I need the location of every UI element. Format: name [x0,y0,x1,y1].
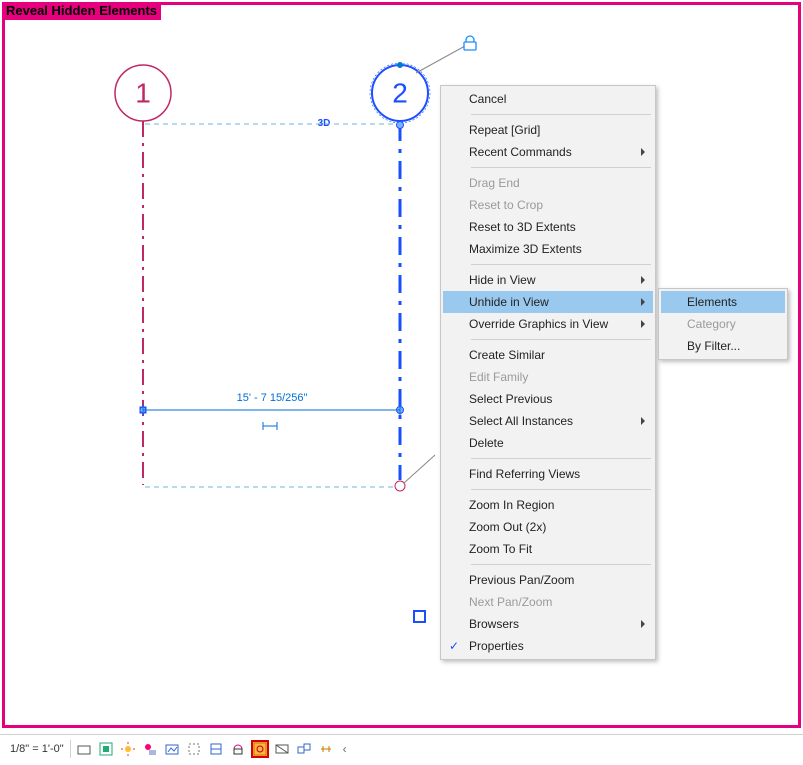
ctx-max-3d-label: Maximize 3D Extents [469,242,582,256]
ctx-max-3d[interactable]: Maximize 3D Extents [443,238,653,260]
view-control-bar: 1/8" = 1'-0" ‹ [0,734,803,762]
crop-view-icon[interactable] [185,740,203,758]
ctx-browsers[interactable]: Browsers [443,613,653,635]
ctx-unhide-in-view[interactable]: Unhide in View [443,291,653,313]
detail-level-icon[interactable] [75,740,93,758]
ctx-delete[interactable]: Delete [443,432,653,454]
ctx-properties-label: Properties [469,639,524,653]
reveal-constraints-icon[interactable] [317,740,335,758]
chevron-right-icon [641,620,645,628]
ctx-edit-family-label: Edit Family [469,370,528,384]
ctx-hide-label: Hide in View [469,273,535,287]
ctx-browsers-label: Browsers [469,617,519,631]
ctx-sep [471,458,651,459]
ctx-zoom-out[interactable]: Zoom Out (2x) [443,516,653,538]
ctx-hide-in-view[interactable]: Hide in View [443,269,653,291]
dimension[interactable]: 15' - 7 15/256" [143,390,400,430]
chevron-right-icon [641,417,645,425]
grid-end-handle[interactable] [395,481,405,491]
ctx-find-referring-label: Find Referring Views [469,467,580,481]
ctx-sep [471,167,651,168]
ctx-sub-category: Category [661,313,785,335]
ctx-reset-3d-label: Reset to 3D Extents [469,220,576,234]
checkbox-toggle[interactable] [413,610,426,623]
ctx-unhide-label: Unhide in View [469,295,549,309]
visual-style-icon[interactable] [97,740,115,758]
ctx-override-graphics[interactable]: Override Graphics in View [443,313,653,335]
ctx-sep [471,114,651,115]
ctx-sub-elements-label: Elements [687,295,737,309]
ctx-sep [471,564,651,565]
ctx-sep [471,264,651,265]
ctx-cancel[interactable]: Cancel [443,88,653,110]
chevron-right-icon [641,276,645,284]
ctx-reset-crop: Reset to Crop [443,194,653,216]
grid-label-1: 1 [135,77,151,108]
ctx-zoom-out-label: Zoom Out (2x) [469,520,546,534]
shadows-icon[interactable] [141,740,159,758]
ctx-cancel-label: Cancel [469,92,506,106]
crop-visible-icon[interactable] [207,740,225,758]
lock-icon[interactable] [464,36,476,50]
dimension-text[interactable]: 15' - 7 15/256" [237,392,308,404]
drawing-canvas[interactable]: 1 2 3D 15' - 7 15/256" [5,20,798,725]
chevron-right-icon [641,148,645,156]
ctx-sep [471,489,651,490]
mode-title: Reveal Hidden Elements [2,2,161,20]
chevron-right-icon [641,320,645,328]
dimension-segment-icon[interactable] [263,422,277,430]
chevron-right-icon [641,298,645,306]
ctx-properties[interactable]: ✓ Properties [443,635,653,657]
checkmark-icon: ✓ [449,639,459,653]
ctx-override-label: Override Graphics in View [469,317,608,331]
sun-path-icon[interactable] [119,740,137,758]
ctx-sep [471,339,651,340]
ctx-select-all-instances[interactable]: Select All Instances [443,410,653,432]
ctx-zoom-fit[interactable]: Zoom To Fit [443,538,653,560]
context-submenu-unhide[interactable]: Elements Category By Filter... [658,288,788,360]
ctx-find-referring[interactable]: Find Referring Views [443,463,653,485]
temporary-hide-icon[interactable] [273,740,291,758]
ctx-zoom-region[interactable]: Zoom In Region [443,494,653,516]
ctx-prev-panzoom-label: Previous Pan/Zoom [469,573,574,587]
ctx-sub-byfilter[interactable]: By Filter... [661,335,785,357]
extent-handle-top[interactable] [397,122,404,129]
context-menu[interactable]: Cancel Repeat [Grid] Recent Commands Dra… [440,85,656,660]
ctx-drag-end-label: Drag End [469,176,520,190]
ctx-recent-commands[interactable]: Recent Commands [443,141,653,163]
view-scale[interactable]: 1/8" = 1'-0" [6,740,71,758]
ctx-reset-3d[interactable]: Reset to 3D Extents [443,216,653,238]
ctx-sub-elements[interactable]: Elements [661,291,785,313]
ctx-zoom-fit-label: Zoom To Fit [469,542,532,556]
ctx-drag-end: Drag End [443,172,653,194]
ctx-reset-crop-label: Reset to Crop [469,198,543,212]
ctx-sub-byfilter-label: By Filter... [687,339,740,353]
ctx-repeat[interactable]: Repeat [Grid] [443,119,653,141]
unlock-icon[interactable] [229,740,247,758]
ctx-repeat-label: Repeat [Grid] [469,123,540,137]
ctx-select-previous-label: Select Previous [469,392,552,406]
ctx-create-similar[interactable]: Create Similar [443,344,653,366]
ctx-sub-category-label: Category [687,317,736,331]
reveal-hidden-icon[interactable] [251,740,269,758]
ctx-zoom-region-label: Zoom In Region [469,498,554,512]
ctx-prev-panzoom[interactable]: Previous Pan/Zoom [443,569,653,591]
ctx-next-panzoom: Next Pan/Zoom [443,591,653,613]
ctx-select-all-label: Select All Instances [469,414,573,428]
ctx-select-previous[interactable]: Select Previous [443,388,653,410]
ctx-next-panzoom-label: Next Pan/Zoom [469,595,552,609]
ctx-delete-label: Delete [469,436,504,450]
render-icon[interactable] [163,740,181,758]
chevron-left-icon[interactable]: ‹ [343,742,347,756]
ctx-recent-label: Recent Commands [469,145,572,159]
displace-icon[interactable] [295,740,313,758]
ctx-create-similar-label: Create Similar [469,348,545,362]
end-leader [404,455,435,483]
ctx-edit-family: Edit Family [443,366,653,388]
lock-connector [416,46,465,73]
grid-label-2: 2 [392,77,408,108]
